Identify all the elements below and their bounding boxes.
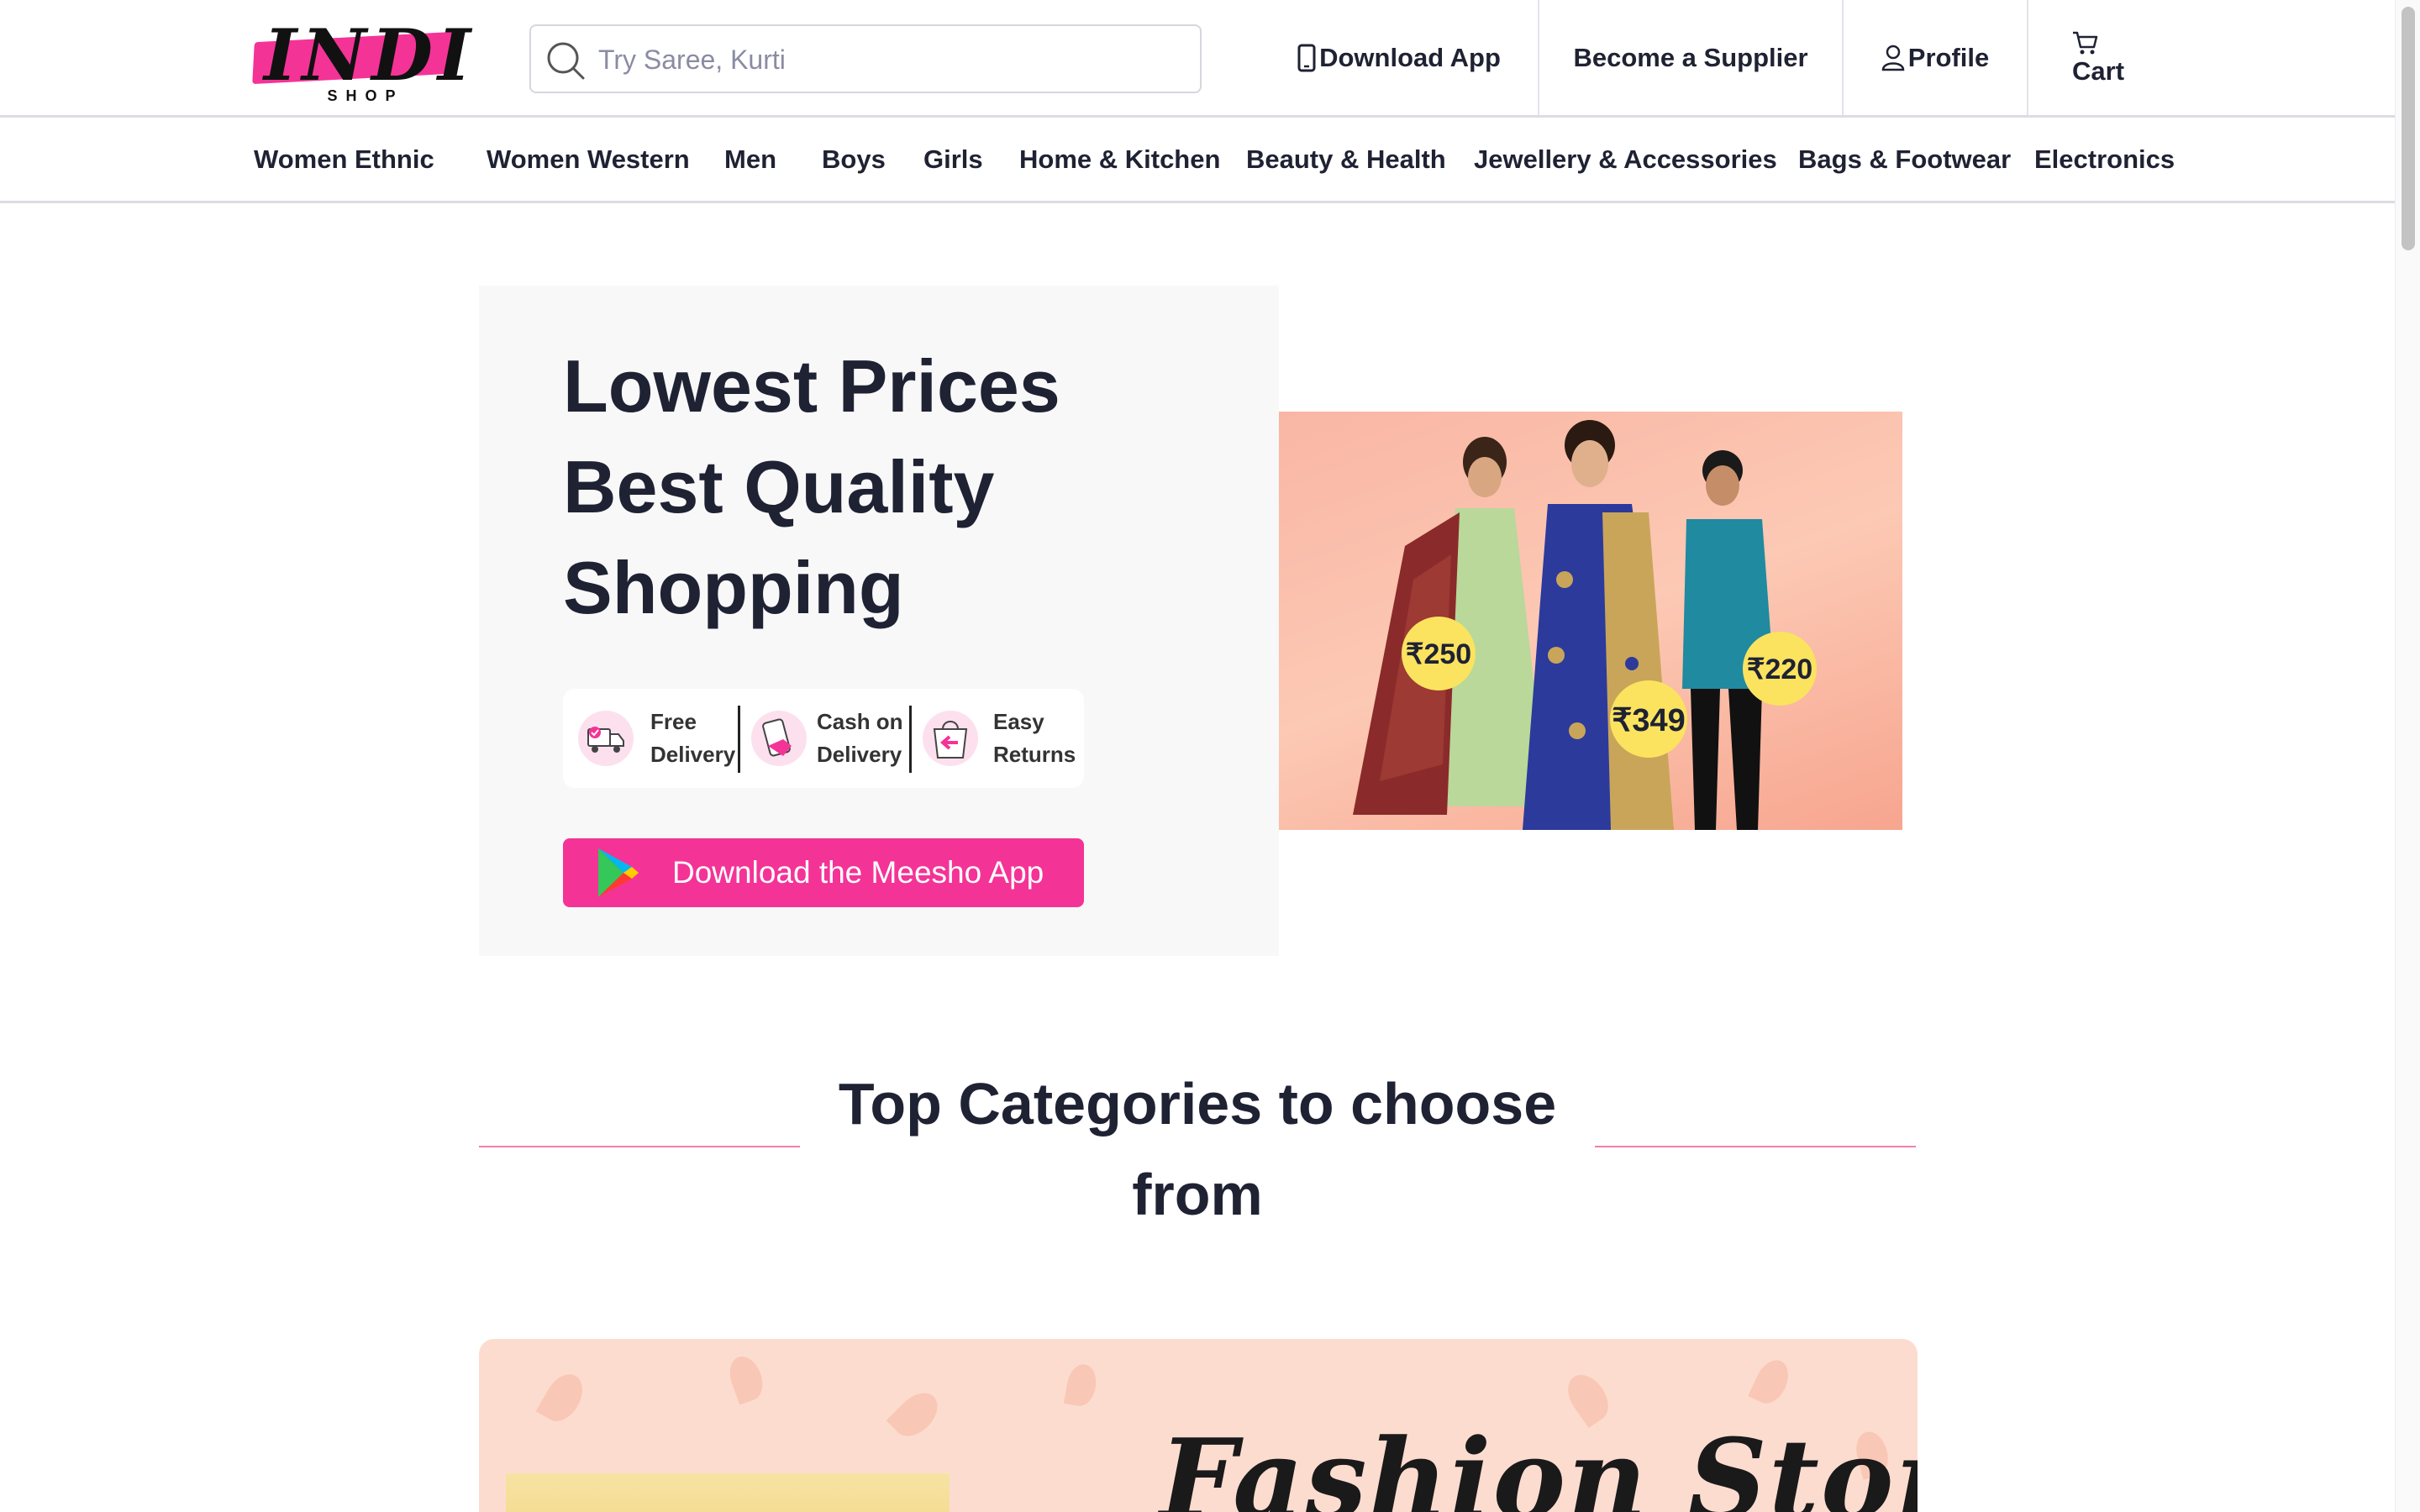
- return-bag-icon: [923, 711, 978, 766]
- perk-line: Delivery: [650, 742, 736, 767]
- scrollbar-thumb[interactable]: [2402, 7, 2415, 250]
- banner-leaf-decor: [1748, 1354, 1795, 1410]
- site-logo[interactable]: INDI SHOP: [247, 12, 476, 106]
- perks-strip: Free Delivery Cash on Delivery Easy Retu…: [563, 689, 1084, 788]
- banner-model-photo: [506, 1473, 950, 1512]
- heading-decor-line-right: [1595, 1146, 1916, 1147]
- search-input[interactable]: [598, 34, 1186, 85]
- category-electronics[interactable]: Electronics: [2034, 118, 2175, 202]
- search-box[interactable]: [529, 24, 1202, 93]
- download-app-label: Download App: [1319, 42, 1501, 72]
- perk-line: Returns: [993, 742, 1076, 767]
- price-tag-220: ₹220: [1747, 654, 1812, 685]
- perk-divider: [909, 706, 912, 773]
- cart-link[interactable]: Cart: [2028, 0, 2163, 115]
- cash-on-delivery-icon: [751, 711, 807, 766]
- delivery-truck-icon: [578, 711, 634, 766]
- perk-easy-returns: Easy Returns: [914, 689, 1082, 788]
- hero-title-line: Best Quality: [563, 445, 995, 528]
- perk-text: Easy Returns: [993, 706, 1076, 771]
- profile-label: Profile: [1907, 42, 1990, 72]
- perk-line: Free: [650, 709, 697, 734]
- download-app-button-label: Download the Meesho App: [672, 855, 1044, 890]
- google-play-icon: [598, 848, 639, 897]
- user-icon: [1881, 45, 1905, 71]
- banner-leaf-decor: [723, 1352, 769, 1405]
- perk-text: Free Delivery: [650, 706, 735, 771]
- perk-line: Delivery: [817, 742, 902, 767]
- perk-text: Cash on Delivery: [817, 706, 903, 771]
- category-home-kitchen[interactable]: Home & Kitchen: [1019, 118, 1220, 202]
- download-app-button[interactable]: Download the Meesho App: [563, 838, 1084, 907]
- perk-cash-on-delivery: Cash on Delivery: [743, 689, 911, 788]
- page-scrollbar[interactable]: [2395, 0, 2420, 1512]
- perk-free-delivery: Free Delivery: [563, 689, 739, 788]
- mobile-phone-icon: [1297, 44, 1316, 71]
- category-women-western[interactable]: Women Western: [487, 118, 690, 202]
- banner-leaf-decor: [886, 1384, 946, 1445]
- heading-decor-line-left: [479, 1146, 800, 1147]
- banner-leaf-decor: [535, 1368, 591, 1428]
- category-girls[interactable]: Girls: [923, 118, 983, 202]
- logo-subtitle: SHOP: [327, 87, 404, 104]
- cart-label: Cart: [2072, 55, 2125, 86]
- category-boys[interactable]: Boys: [822, 118, 886, 202]
- hero-illustration: ₹250 ₹349 ₹220: [1353, 420, 1817, 830]
- profile-link[interactable]: Profile: [1844, 0, 2027, 115]
- category-men[interactable]: Men: [724, 118, 776, 202]
- download-app-link[interactable]: Download App: [1260, 0, 1538, 115]
- search-icon: [547, 42, 585, 80]
- price-tag-250: ₹250: [1406, 638, 1471, 670]
- category-beauty-health[interactable]: Beauty & Health: [1246, 118, 1446, 202]
- price-tag-349: ₹349: [1612, 703, 1686, 738]
- category-jewellery-accessories[interactable]: Jewellery & Accessories: [1474, 118, 1777, 202]
- banner-leaf-decor: [1063, 1362, 1100, 1409]
- hero-title: Lowest Prices Best Quality Shopping: [563, 336, 1252, 638]
- hero-title-line: Lowest Prices: [563, 344, 1060, 428]
- fashion-store-banner[interactable]: Fashion Store: [479, 1339, 1918, 1512]
- become-supplier-link[interactable]: Become a Supplier: [1539, 0, 1842, 115]
- top-categories-heading: Top Categories to choose from: [838, 1071, 1557, 1227]
- category-nav: Women Ethnic Women Western Men Boys Girl…: [0, 118, 2395, 203]
- become-supplier-label: Become a Supplier: [1573, 42, 1808, 72]
- hero-section: Lowest Prices Best Quality Shopping Free…: [479, 286, 1279, 956]
- top-header: INDI SHOP Download App Become a Supplier…: [0, 0, 2395, 118]
- category-women-ethnic[interactable]: Women Ethnic: [254, 118, 434, 202]
- category-bags-footwear[interactable]: Bags & Footwear: [1798, 118, 2011, 202]
- fashion-store-title: Fashion Store: [1160, 1415, 1918, 1512]
- perk-line: Easy: [993, 709, 1044, 734]
- cart-icon: [2073, 31, 2098, 54]
- perk-divider: [738, 706, 740, 773]
- hero-models-image: ₹250 ₹349 ₹220: [1279, 412, 1902, 830]
- perk-line: Cash on: [817, 709, 903, 734]
- hero-title-line: Shopping: [563, 546, 904, 629]
- logo-word: INDI: [264, 13, 476, 97]
